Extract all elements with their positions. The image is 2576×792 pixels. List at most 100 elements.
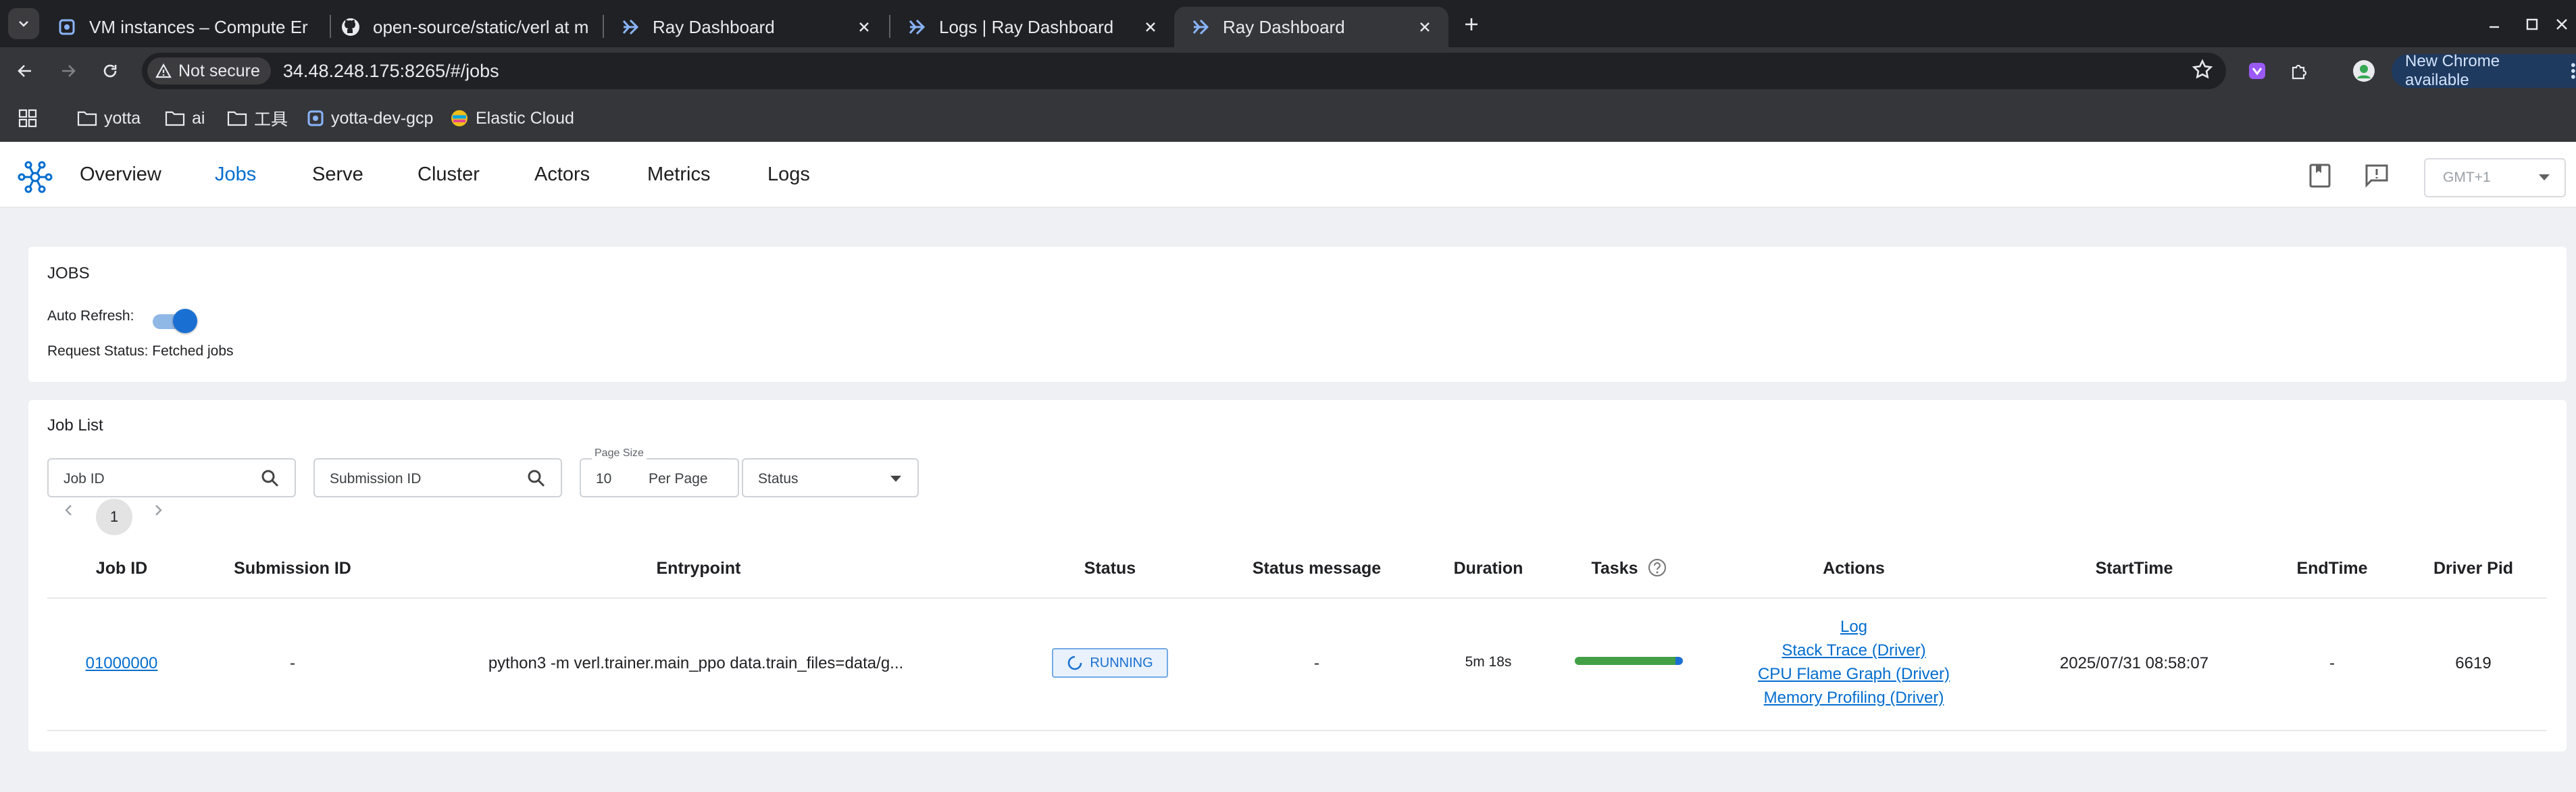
chevron-left-icon <box>65 505 72 516</box>
browser-tab-1[interactable]: VM instances – Compute Er <box>41 7 331 47</box>
nav-serve[interactable]: Serve <box>312 164 363 186</box>
star-icon <box>2192 59 2213 79</box>
arrow-left-icon <box>18 65 31 77</box>
job-id-link[interactable]: 01000000 <box>86 654 158 673</box>
request-status: Request Status: Fetched jobs <box>47 343 234 359</box>
book-icon <box>2309 164 2331 188</box>
timezone-select[interactable]: GMT+1 <box>2424 158 2566 197</box>
reload-button[interactable] <box>95 55 126 86</box>
browser-tab-active[interactable]: Ray Dashboard <box>1174 7 1448 47</box>
gcp-icon <box>307 110 324 126</box>
nav-logs[interactable]: Logs <box>767 164 810 186</box>
status-message-cell: - <box>1314 654 1319 672</box>
ray-logo[interactable] <box>16 158 54 196</box>
folder-icon <box>165 111 185 126</box>
bookmark-folder-yotta[interactable]: yotta <box>77 107 141 130</box>
browser-tab-2[interactable]: open-source/static/verl at m <box>324 7 603 47</box>
nav-metrics[interactable]: Metrics <box>647 164 710 186</box>
tab-title: Ray Dashboard <box>1223 16 1345 37</box>
status-select[interactable]: Status <box>742 458 919 497</box>
nav-actors[interactable]: Actors <box>534 164 590 186</box>
close-icon[interactable] <box>854 17 874 37</box>
next-page-button[interactable] <box>149 500 169 520</box>
ray-icon <box>620 17 640 37</box>
stack-trace-link[interactable]: Stack Trace (Driver) <box>1782 641 1925 660</box>
apps-button[interactable] <box>18 107 45 130</box>
column-header-status: Status <box>1084 559 1136 578</box>
tab-title: VM instances – Compute Er <box>89 16 308 37</box>
page-size-label: Page Size <box>592 447 647 460</box>
close-icon[interactable] <box>1415 17 1435 37</box>
column-header-status-message: Status message <box>1252 559 1382 578</box>
page-size-input[interactable]: 10 Per Page <box>580 458 739 497</box>
help-icon[interactable] <box>1647 558 1667 581</box>
submission-id-input[interactable]: Submission ID <box>313 458 562 497</box>
gcp-icon <box>57 17 77 37</box>
puzzle-icon <box>2292 64 2307 80</box>
tasks-progress-bar[interactable] <box>1575 657 1683 665</box>
ray-logo-icon <box>18 161 53 193</box>
status-text: RUNNING <box>1090 655 1153 670</box>
close-icon[interactable] <box>1140 17 1161 37</box>
job-id-input[interactable]: Job ID <box>47 458 296 497</box>
browser-tab-4[interactable]: Logs | Ray Dashboard <box>890 7 1174 47</box>
bookmark-elastic-cloud[interactable]: Elastic Cloud <box>450 107 574 130</box>
browser-tab-strip: VM instances – Compute Er open-source/st… <box>0 0 2576 47</box>
ray-icon <box>907 17 927 37</box>
security-chip[interactable]: Not secure <box>147 57 271 84</box>
tab-search-button[interactable] <box>8 8 39 39</box>
new-chrome-available-button[interactable]: New Chrome available <box>2392 52 2576 89</box>
jobs-card: JOBS Auto Refresh: Request Status: Fetch… <box>28 247 2567 382</box>
feedback-button[interactable] <box>2362 161 2392 191</box>
browser-toolbar: Not secure 34.48.248.175:8265/#/jobs New… <box>0 47 2576 95</box>
bookmark-folder-tools[interactable]: 工具 <box>227 107 288 130</box>
forward-button[interactable] <box>53 55 84 86</box>
close-window-button[interactable] <box>2547 9 2576 39</box>
minimize-button[interactable] <box>2479 9 2509 39</box>
app-header: Overview Jobs Serve Cluster Actors Metri… <box>0 142 2576 208</box>
docs-button[interactable] <box>2305 161 2335 191</box>
column-header-submission-id: Submission ID <box>234 559 351 578</box>
job-list-title: Job List <box>47 416 103 435</box>
auto-refresh-toggle[interactable] <box>150 309 197 333</box>
bookmark-label: Elastic Cloud <box>476 108 574 128</box>
back-button[interactable] <box>9 55 41 86</box>
job-list-card: Job List Job ID Submission ID 10 Per Pag… <box>28 400 2567 751</box>
extensions-menu-button[interactable] <box>2283 55 2315 86</box>
column-header-duration: Duration <box>1453 559 1523 578</box>
feedback-icon <box>2365 164 2388 188</box>
page-1-button[interactable]: 1 <box>96 499 132 535</box>
bookmark-label: ai <box>192 108 205 128</box>
nav-jobs[interactable]: Jobs <box>215 164 256 186</box>
apps-grid-icon <box>18 109 37 128</box>
table-divider <box>47 730 2547 731</box>
tab-title: Logs | Ray Dashboard <box>939 16 1114 37</box>
submission-id-cell: - <box>290 654 295 672</box>
nav-cluster[interactable]: Cluster <box>418 164 480 186</box>
shield-extension-icon <box>2249 63 2265 79</box>
nav-overview[interactable]: Overview <box>80 164 161 186</box>
maximize-button[interactable] <box>2517 9 2547 39</box>
cpu-flame-graph-link[interactable]: CPU Flame Graph (Driver) <box>1758 665 1950 684</box>
spinner-icon <box>1068 655 1082 670</box>
bookmark-star-button[interactable] <box>2191 58 2214 84</box>
memory-profiling-link[interactable]: Memory Profiling (Driver) <box>1764 689 1944 708</box>
search-icon[interactable] <box>261 469 280 491</box>
extension-button[interactable] <box>2242 55 2273 86</box>
browser-tab-3[interactable]: Ray Dashboard <box>604 7 888 47</box>
minimize-icon <box>2490 26 2499 28</box>
profile-button[interactable] <box>2348 55 2379 86</box>
bookmark-folder-ai[interactable]: ai <box>165 107 205 130</box>
column-header-tasks: Tasks <box>1591 559 1638 578</box>
bookmark-yotta-dev-gcp[interactable]: yotta-dev-gcp <box>307 107 433 130</box>
address-bar[interactable]: Not secure 34.48.248.175:8265/#/jobs <box>142 53 2226 89</box>
url-text[interactable]: 34.48.248.175:8265/#/jobs <box>283 61 499 82</box>
search-icon[interactable] <box>527 469 546 491</box>
log-link[interactable]: Log <box>1840 618 1867 637</box>
start-time-cell: 2025/07/31 08:58:07 <box>2059 654 2209 672</box>
new-tab-button[interactable] <box>1459 12 1484 36</box>
caret-down-icon <box>2539 174 2550 180</box>
bookmarks-bar: yotta ai 工具 yotta-dev-gcp Elastic Cloud <box>0 95 2576 142</box>
prev-page-button[interactable] <box>58 500 78 520</box>
warning-icon <box>155 63 172 78</box>
